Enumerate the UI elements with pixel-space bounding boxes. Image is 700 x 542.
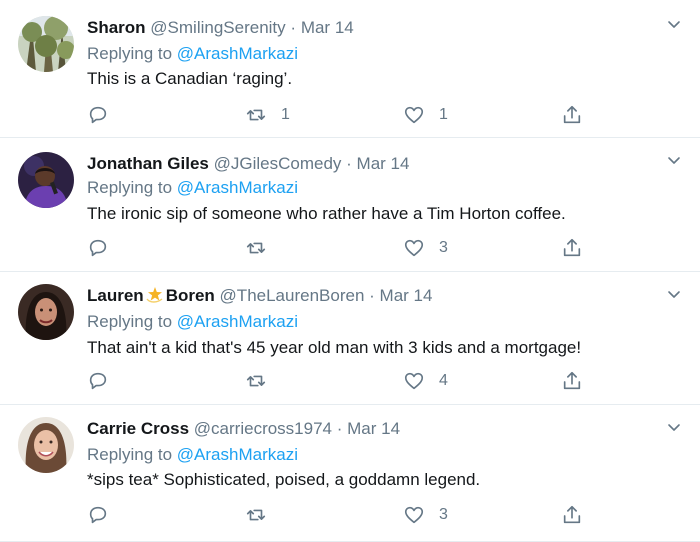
- retweet-button[interactable]: 1: [245, 103, 290, 127]
- user-handle[interactable]: @JGilesComedy: [214, 154, 342, 173]
- retweet-icon: [246, 375, 266, 387]
- chevron-down-icon[interactable]: [666, 152, 682, 168]
- replying-to: Replying to @ArashMarkazi: [87, 176, 298, 200]
- reply-icon: [89, 239, 107, 257]
- tweet-header: Jonathan Giles @JGilesComedy · Mar 14: [87, 152, 409, 176]
- heart-icon: [404, 506, 424, 524]
- like-button[interactable]: 4: [403, 369, 448, 393]
- share-button[interactable]: [561, 369, 583, 393]
- tweet-actions: 3: [87, 236, 607, 260]
- tweet-card[interactable]: Sharon @SmilingSerenity · Mar 14 Replyin…: [0, 0, 700, 138]
- avatar[interactable]: [18, 417, 74, 473]
- tweet-actions: 3: [87, 503, 607, 527]
- reply-button[interactable]: [87, 369, 123, 393]
- tweet-date[interactable]: Mar 14: [380, 286, 433, 305]
- display-name[interactable]: Lauren Boren: [87, 286, 215, 305]
- replying-to-label: Replying to: [87, 445, 173, 464]
- tweet-card[interactable]: Lauren Boren @TheLaurenBoren · Mar 14 Rep…: [0, 272, 700, 405]
- mention-link[interactable]: @ArashMarkazi: [177, 445, 298, 464]
- chevron-down-icon[interactable]: [666, 286, 682, 302]
- share-icon: [563, 371, 581, 390]
- reply-icon: [89, 372, 107, 390]
- tweet-date[interactable]: Mar 14: [357, 154, 410, 173]
- tweet-header: Sharon @SmilingSerenity · Mar 14: [87, 16, 354, 40]
- chevron-down-icon[interactable]: [666, 16, 682, 32]
- like-button[interactable]: 1: [403, 103, 448, 127]
- tweet-date[interactable]: Mar 14: [347, 419, 400, 438]
- retweet-icon: [246, 109, 266, 121]
- mention-link[interactable]: @ArashMarkazi: [177, 178, 298, 197]
- heart-icon: [404, 239, 424, 257]
- user-handle[interactable]: @carriecross1974: [194, 419, 332, 438]
- chevron-down-icon[interactable]: [666, 419, 682, 435]
- replying-to: Replying to @ArashMarkazi: [87, 42, 298, 66]
- share-icon: [563, 505, 581, 524]
- display-name[interactable]: Sharon: [87, 18, 146, 37]
- user-handle[interactable]: @TheLaurenBoren: [220, 286, 365, 305]
- tweet-text: The ironic sip of someone who rather hav…: [87, 204, 566, 223]
- tree-photo-avatar-icon: [18, 16, 74, 72]
- woman-photo-avatar-icon: [18, 284, 74, 340]
- tweet-header: Carrie Cross @carriecross1974 · Mar 14: [87, 417, 400, 441]
- separator-dot: ·: [346, 154, 352, 173]
- reply-button[interactable]: [87, 236, 123, 260]
- heart-icon: [404, 106, 424, 124]
- share-icon: [563, 238, 581, 257]
- tweet-date[interactable]: Mar 14: [301, 18, 354, 37]
- reply-button[interactable]: [87, 103, 123, 127]
- user-handle[interactable]: @SmilingSerenity: [150, 18, 285, 37]
- replying-to-label: Replying to: [87, 178, 173, 197]
- tweet-text: That ain't a kid that's 45 year old man …: [87, 338, 582, 357]
- like-count: 4: [439, 372, 448, 389]
- avatar[interactable]: [18, 152, 74, 208]
- avatar[interactable]: [18, 284, 74, 340]
- retweet-button[interactable]: [245, 369, 281, 393]
- share-button[interactable]: [561, 503, 583, 527]
- retweet-icon: [246, 242, 266, 254]
- reply-icon: [89, 106, 107, 124]
- tweet-actions: 1 1: [87, 103, 607, 127]
- tweet-text: This is a Canadian ‘raging’.: [87, 69, 293, 88]
- like-button[interactable]: 3: [403, 503, 448, 527]
- like-count: 3: [439, 506, 448, 523]
- display-name[interactable]: Jonathan Giles: [87, 154, 209, 173]
- dizzy-star-icon: [146, 287, 163, 303]
- comedian-photo-avatar-icon: [18, 152, 74, 208]
- like-button[interactable]: 3: [403, 236, 448, 260]
- separator-dot: ·: [336, 419, 343, 438]
- separator-dot: ·: [290, 18, 297, 37]
- display-name[interactable]: Carrie Cross: [87, 419, 189, 438]
- mention-link[interactable]: @ArashMarkazi: [177, 44, 298, 63]
- reply-button[interactable]: [87, 503, 123, 527]
- woman-photo-avatar-icon: [18, 417, 74, 473]
- tweet-actions: 4: [87, 369, 607, 393]
- share-button[interactable]: [561, 103, 583, 127]
- heart-icon: [404, 372, 424, 390]
- retweet-count: 1: [281, 106, 290, 123]
- avatar[interactable]: [18, 16, 74, 72]
- like-count: 1: [439, 106, 448, 123]
- separator-dot: ·: [369, 286, 375, 305]
- retweet-icon: [246, 509, 266, 521]
- replying-to-label: Replying to: [87, 312, 173, 331]
- replying-to: Replying to @ArashMarkazi: [87, 443, 298, 467]
- mention-link[interactable]: @ArashMarkazi: [177, 312, 298, 331]
- retweet-button[interactable]: [245, 503, 281, 527]
- share-button[interactable]: [561, 236, 583, 260]
- reply-feed: Sharon @SmilingSerenity · Mar 14 Replyin…: [0, 0, 700, 542]
- tweet-text: *sips tea* Sophisticated, poised, a godd…: [87, 470, 481, 489]
- display-name-last: Boren: [165, 286, 215, 305]
- tweet-card[interactable]: Jonathan Giles @JGilesComedy · Mar 14 Re…: [0, 138, 700, 272]
- replying-to-label: Replying to: [87, 44, 173, 63]
- tweet-header: Lauren Boren @TheLaurenBoren · Mar 14: [87, 284, 432, 308]
- retweet-button[interactable]: [245, 236, 281, 260]
- replying-to: Replying to @ArashMarkazi: [87, 310, 298, 334]
- like-count: 3: [439, 239, 448, 256]
- tweet-card[interactable]: Carrie Cross @carriecross1974 · Mar 14 R…: [0, 405, 700, 542]
- share-icon: [563, 105, 581, 124]
- reply-icon: [89, 506, 107, 524]
- display-name-first: Lauren: [87, 286, 144, 305]
